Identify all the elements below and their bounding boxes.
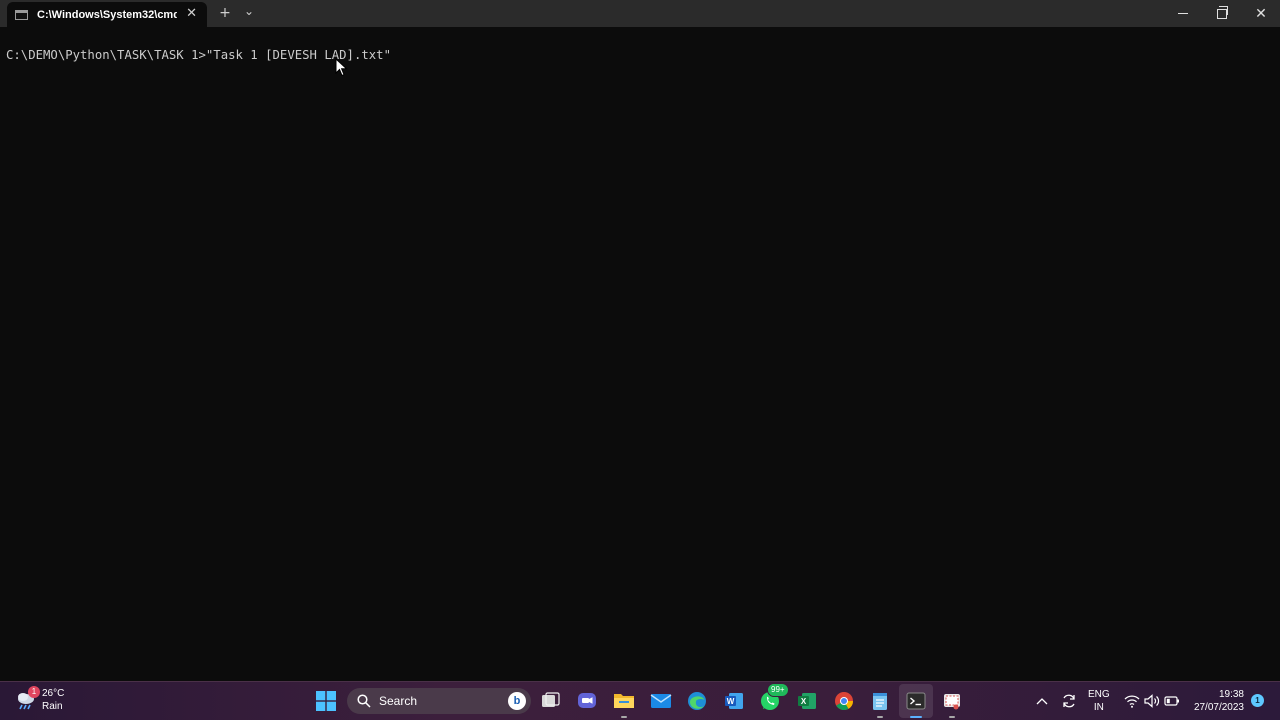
svg-text:W: W (727, 697, 735, 706)
task-view-button[interactable] (539, 689, 563, 713)
terminal-app-icon (906, 692, 926, 710)
chrome-icon (835, 692, 853, 711)
folder-icon (614, 694, 634, 708)
clock-time: 19:38 (1218, 689, 1244, 700)
console-scrollbar[interactable] (1274, 27, 1280, 681)
language-region: IN (1093, 702, 1104, 713)
close-button[interactable]: ✕ (1241, 0, 1280, 27)
svg-text:X: X (801, 697, 807, 706)
notepad-icon (873, 693, 887, 710)
wifi-icon (1124, 695, 1140, 708)
taskbar-excel[interactable]: X (795, 689, 819, 713)
weather-widget[interactable]: 1 26°C Rain (14, 686, 65, 713)
new-tab-button[interactable]: + (214, 3, 236, 23)
taskbar-terminal[interactable] (904, 689, 928, 718)
mouse-pointer-icon (335, 58, 348, 77)
running-indicator (621, 716, 627, 718)
window-titlebar: C:\Windows\System32\cmd.e ✕ + ⌄ ✕ (0, 0, 1280, 27)
tab-title: C:\Windows\System32\cmd.e (37, 8, 177, 21)
tray-sync[interactable] (1057, 689, 1081, 713)
console-line: C:\DEMO\Python\TASK\TASK 1>"Task 1 [DEVE… (6, 48, 391, 62)
weather-badge: 1 (28, 686, 40, 698)
taskbar-file-explorer[interactable] (612, 689, 636, 718)
taskbar-whatsapp[interactable]: 99+ (758, 683, 789, 713)
restore-icon (1217, 5, 1228, 19)
running-indicator (877, 716, 883, 718)
terminal-icon (15, 9, 28, 20)
taskbar: 1 26°C Rain Search b W 99+ X ENG IN 19:3… (0, 681, 1280, 720)
sync-icon (1063, 694, 1075, 708)
tray-clock[interactable]: 19:38 27/07/2023 (1194, 688, 1244, 714)
weather-rain-icon: 1 (14, 686, 40, 712)
taskbar-edge[interactable] (685, 689, 709, 713)
teams-chat-icon (578, 693, 596, 708)
chevron-up-icon (1036, 698, 1048, 705)
weather-temp: 26°C (42, 688, 65, 699)
clock-date: 27/07/2023 (1193, 702, 1244, 713)
tab-close-icon[interactable]: ✕ (186, 6, 197, 21)
taskbar-word[interactable]: W (722, 689, 746, 713)
search-label: Search (379, 694, 418, 708)
language-indicator[interactable]: ENG IN (1088, 688, 1110, 714)
start-button[interactable] (314, 689, 338, 713)
edge-browser-icon (688, 692, 706, 710)
excel-icon: X (798, 693, 816, 709)
taskbar-search[interactable]: Search b (347, 688, 531, 714)
tab-cmd[interactable]: C:\Windows\System32\cmd.e ✕ (7, 2, 207, 27)
snipping-tool-icon (944, 694, 960, 710)
console-output[interactable]: C:\DEMO\Python\TASK\TASK 1>"Task 1 [DEVE… (0, 27, 1280, 681)
notification-center-badge[interactable]: 1 (1251, 694, 1264, 707)
task-view-icon (542, 692, 560, 707)
taskbar-mail[interactable] (649, 689, 673, 713)
tray-battery[interactable] (1160, 689, 1184, 713)
minimize-button[interactable] (1163, 0, 1203, 27)
minimize-icon (1178, 13, 1188, 14)
tab-dropdown-button[interactable]: ⌄ (238, 1, 260, 21)
running-indicator (949, 716, 955, 718)
bing-icon[interactable]: b (508, 692, 526, 710)
taskbar-chat[interactable] (575, 689, 599, 713)
show-hidden-icons-button[interactable] (1030, 689, 1054, 713)
mail-icon (650, 694, 672, 708)
taskbar-chrome[interactable] (832, 689, 856, 713)
word-icon: W (725, 693, 743, 709)
restore-button[interactable] (1202, 0, 1242, 27)
battery-icon (1164, 696, 1179, 706)
taskbar-snipping-tool[interactable] (940, 689, 964, 718)
volume-icon (1144, 694, 1160, 708)
search-icon (357, 694, 371, 708)
weather-condition: Rain (42, 701, 63, 712)
taskbar-notepad[interactable] (868, 689, 892, 718)
language-code: ENG (1088, 689, 1110, 700)
running-indicator-active (910, 716, 922, 718)
windows-logo-icon (316, 691, 336, 711)
whatsapp-badge: 99+ (767, 683, 789, 697)
